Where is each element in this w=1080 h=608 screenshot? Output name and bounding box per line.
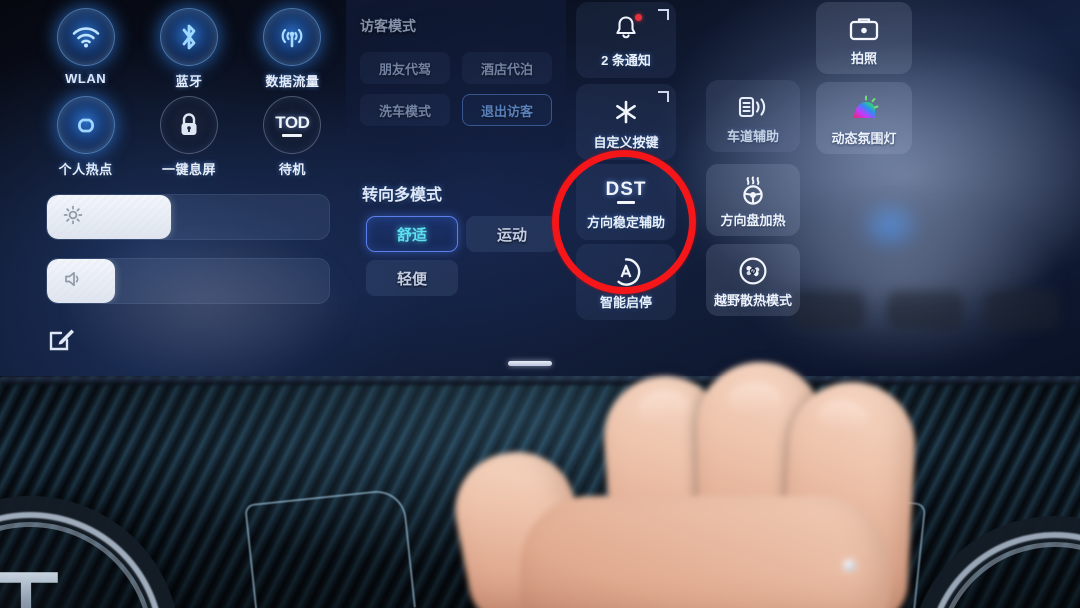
- quick-toggle-label: 蓝牙: [175, 74, 203, 89]
- brightness-icon: [63, 205, 83, 230]
- fan-cooling-icon: [738, 254, 768, 288]
- quick-toggle-label: 个人热点: [58, 162, 113, 177]
- quick-toggle-label: 数据流量: [265, 74, 320, 89]
- ambient-light-icon: [847, 92, 881, 126]
- tod-badge-text: TOD: [275, 112, 310, 132]
- screen-reflection-left: [60, 230, 360, 378]
- lock-screen-icon: [159, 96, 218, 154]
- user-hand: [0, 360, 1080, 608]
- screen-reflection-vents: [790, 290, 1060, 330]
- tod-icon: TOD: [263, 96, 322, 154]
- steering-mode-light[interactable]: 轻便: [366, 260, 458, 296]
- steering-wheel-heating-tile[interactable]: 方向盘加热: [706, 164, 800, 236]
- fingernail: [728, 382, 782, 416]
- take-photo-tile[interactable]: 拍照: [816, 2, 912, 74]
- custom-key-tile[interactable]: 自定义按键: [576, 84, 676, 160]
- brightness-slider[interactable]: [46, 194, 330, 240]
- quick-toggle-standby[interactable]: TOD 待机: [241, 96, 344, 178]
- hand-palm: [520, 496, 890, 608]
- offroad-cooling-mode-tile[interactable]: 越野散热模式: [706, 244, 800, 316]
- quick-toggle-label: WLAN: [65, 71, 107, 86]
- lane-assist-label: 车道辅助: [726, 129, 779, 144]
- volume-icon: [63, 269, 83, 294]
- quick-toggle-label: 一键息屏: [161, 162, 216, 177]
- dynamic-ambient-light-label: 动态氛围灯: [831, 131, 897, 146]
- auto-start-stop-tile[interactable]: 智能启停: [576, 244, 676, 320]
- quick-toggle-wlan[interactable]: WLAN: [34, 8, 137, 90]
- guest-mode-button-exit-guest[interactable]: 退出访客: [462, 94, 552, 126]
- camera-icon: [848, 12, 880, 46]
- guest-mode-button-hotel-valet[interactable]: 酒店代泊: [462, 52, 552, 84]
- dst-icon-text: DST: [605, 179, 647, 200]
- auto-hold-a-icon: [610, 254, 642, 290]
- take-photo-label: 拍照: [850, 51, 877, 66]
- steering-wheel-heating-label: 方向盘加热: [720, 213, 786, 228]
- lane-assist-tile[interactable]: 车道辅助: [706, 80, 800, 152]
- guest-mode-panel: 访客模式 朋友代驾 酒店代泊 洗车模式 退出访客: [346, 0, 566, 152]
- auto-start-stop-label: 智能启停: [599, 295, 652, 310]
- hotspot-icon: [56, 96, 115, 154]
- notifications-label: 2 条通知: [601, 53, 651, 68]
- wifi-icon: [56, 8, 115, 66]
- dynamic-ambient-light-tile[interactable]: 动态氛围灯: [816, 82, 912, 154]
- bluetooth-icon: [159, 8, 218, 66]
- quick-toggle-hotspot[interactable]: 个人热点: [34, 96, 137, 178]
- custom-key-label: 自定义按键: [593, 135, 659, 150]
- notification-dot-badge: [635, 13, 642, 21]
- lane-assist-icon: [736, 90, 770, 124]
- dst-icon: DST: [606, 174, 647, 210]
- quick-toggle-bluetooth[interactable]: 蓝牙: [137, 8, 240, 90]
- steering-mode-sport[interactable]: 运动: [466, 216, 558, 252]
- finger-ring-jewelry: [844, 560, 855, 571]
- quick-toggle-grid: WLAN 蓝牙 数据流量 个人热点 一键息屏 TOD 待机: [34, 8, 344, 178]
- screen-reflection-highlight: [855, 195, 925, 255]
- steering-mode-title: 转向多模式: [362, 187, 443, 204]
- bell-icon: [614, 12, 642, 48]
- steering-heat-icon: [737, 174, 769, 208]
- quick-toggle-lock-screen[interactable]: 一键息屏: [137, 96, 240, 178]
- dst-label: 方向稳定辅助: [586, 215, 665, 230]
- expand-corner-icon: [658, 9, 669, 20]
- guest-mode-buttons: 朋友代驾 酒店代泊 洗车模式 退出访客: [360, 52, 552, 126]
- steering-mode-comfort[interactable]: 舒适: [366, 216, 458, 252]
- notifications-tile[interactable]: 2 条通知: [576, 2, 676, 78]
- guest-mode-button-car-wash[interactable]: 洗车模式: [360, 94, 450, 126]
- quick-toggle-label: 待机: [278, 162, 306, 177]
- quick-toggle-cellular[interactable]: 数据流量: [241, 8, 344, 90]
- edit-pencil-icon[interactable]: [48, 324, 76, 352]
- hand-group: [220, 360, 919, 608]
- screenshot-root: WLAN 蓝牙 数据流量 个人热点 一键息屏 TOD 待机 访客模式 朋友代驾 …: [0, 0, 1080, 608]
- expand-corner-icon: [658, 91, 669, 102]
- infotainment-control-center: WLAN 蓝牙 数据流量 个人热点 一键息屏 TOD 待机 访客模式 朋友代驾 …: [0, 0, 1080, 378]
- asterisk-icon: [612, 94, 640, 130]
- volume-slider[interactable]: [46, 258, 330, 304]
- offroad-cooling-mode-label: 越野散热模式: [713, 293, 792, 308]
- guest-mode-title: 访客模式: [360, 18, 416, 34]
- guest-mode-button-friend-driver[interactable]: 朋友代驾: [360, 52, 450, 84]
- cellular-icon: [263, 8, 322, 66]
- dst-stability-assist-tile[interactable]: DST 方向稳定辅助: [576, 164, 676, 240]
